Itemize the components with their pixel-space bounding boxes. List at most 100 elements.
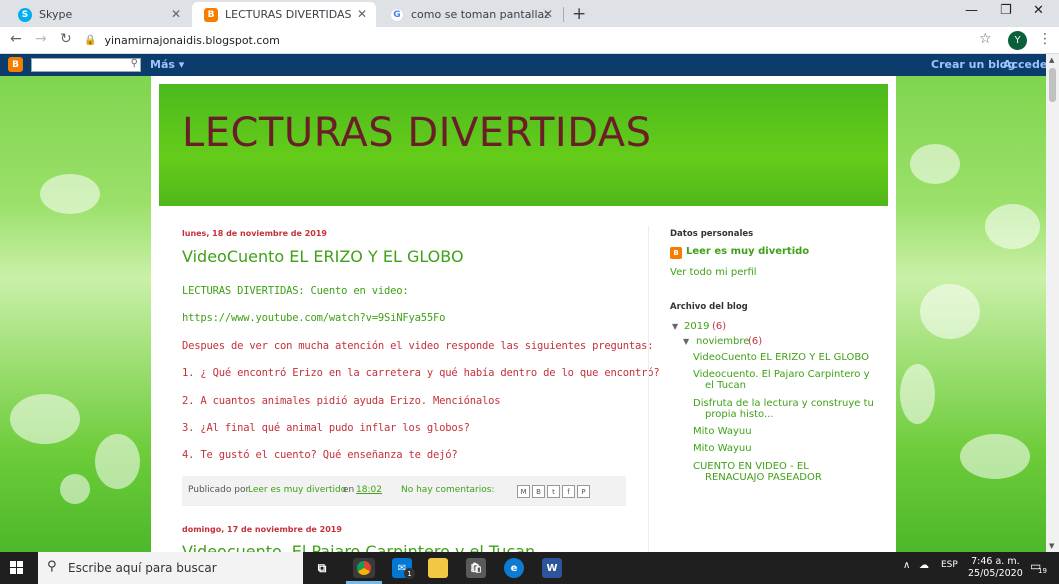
forward-arrow-icon[interactable]: → (35, 31, 47, 47)
background-flower (60, 474, 90, 504)
address-bar[interactable]: 🔒 yinamirnajonaidis.blogspot.com (84, 30, 1004, 51)
background-flower (960, 434, 1030, 479)
tray-chevron-icon[interactable]: ∧ (903, 560, 910, 571)
taskbar-clock[interactable]: 7:46 a. m. 25/05/2020 (968, 556, 1023, 580)
post-title[interactable]: Videocuento. El Pajaro Carpintero y el T… (182, 542, 535, 552)
facebook-share-icon[interactable]: f (562, 485, 575, 498)
post-title[interactable]: VideoCuento EL ERIZO Y EL GLOBO (182, 247, 464, 266)
post-footer: Publicado por Leer es muy divertido en 1… (182, 476, 626, 506)
archive-post-link[interactable]: Videocuento. El Pajaro Carpintero y (693, 369, 870, 380)
close-icon[interactable]: ✕ (171, 7, 181, 21)
clock-time: 7:46 a. m. (971, 556, 1020, 567)
archive-post-link[interactable]: Mito Wayuu (693, 426, 752, 437)
menu-kebab-icon[interactable]: ⋮ (1038, 31, 1052, 47)
background-flower (40, 174, 100, 214)
close-window-icon[interactable]: ✕ (1033, 3, 1044, 18)
blogthis-share-icon[interactable]: B (532, 485, 545, 498)
author-link[interactable]: Leer es muy divertido (248, 485, 346, 495)
expand-triangle-icon[interactable]: ▼ (683, 337, 689, 346)
scrollbar-thumb[interactable] (1049, 68, 1056, 102)
archive-month-link[interactable]: noviembre (696, 336, 749, 347)
file-explorer-icon[interactable] (428, 558, 448, 578)
language-indicator[interactable]: ESP (941, 560, 958, 570)
reload-icon[interactable]: ↻ (60, 31, 72, 47)
archive-post-link[interactable]: Disfruta de la lectura y construye tu (693, 398, 874, 409)
blogger-profile-icon: B (670, 247, 682, 259)
minimize-icon[interactable]: — (965, 3, 978, 18)
lock-icon: 🔒 (84, 35, 97, 46)
close-icon[interactable]: ✕ (357, 7, 367, 21)
store-icon[interactable]: 🛍 (466, 558, 486, 578)
post-line: Despues de ver con mucha atención el vid… (182, 340, 654, 352)
windows-start-icon[interactable] (10, 561, 24, 575)
archive-year-link[interactable]: 2019 (684, 321, 709, 332)
blog-header: LECTURAS DIVERTIDAS (159, 84, 888, 206)
close-icon[interactable]: ✕ (543, 7, 553, 21)
notification-count: 19 (1038, 567, 1047, 575)
email-share-icon[interactable]: M (517, 485, 530, 498)
word-icon[interactable]: W (542, 558, 562, 578)
view-profile-link[interactable]: Ver todo mi perfil (670, 267, 757, 278)
archive-heading: Archivo del blog (670, 302, 748, 312)
blog-title[interactable]: LECTURAS DIVERTIDAS (182, 110, 652, 156)
post-line: 1. ¿ Qué encontró Erizo en la carretera … (182, 367, 660, 379)
archive-month-count: (6) (748, 336, 763, 347)
pinterest-share-icon[interactable]: P (577, 485, 590, 498)
blogger-logo-icon[interactable]: B (8, 57, 23, 72)
profile-name-link[interactable]: Leer es muy divertido (686, 246, 809, 257)
clock-date: 25/05/2020 (968, 568, 1023, 579)
posted-by-label: Publicado por (188, 485, 250, 495)
edge-icon[interactable]: e (504, 558, 524, 578)
tab-lecturas[interactable]: B LECTURAS DIVERTIDAS ✕ (192, 2, 376, 27)
archive-post-link-cont[interactable]: RENACUAJO PASEADOR (705, 472, 822, 483)
post-time-link[interactable]: 18:02 (356, 485, 382, 495)
twitter-share-icon[interactable]: t (547, 485, 560, 498)
chrome-taskbar-icon[interactable] (353, 558, 375, 578)
vertical-scrollbar[interactable]: ▲ ▼ (1046, 54, 1059, 552)
expand-triangle-icon[interactable]: ▼ (672, 322, 678, 331)
mail-badge: 1 (404, 568, 415, 579)
background-flower (985, 204, 1040, 249)
profile-avatar[interactable]: Y (1008, 31, 1027, 50)
taskbar-search-box[interactable]: ⚲ Escribe aquí para buscar (38, 552, 303, 584)
post-line: 2. A cuantos animales pidió ayuda Erizo.… (182, 395, 501, 407)
blog-search-input[interactable]: ⚲ (31, 58, 141, 72)
archive-post-link-cont[interactable]: el Tucan (705, 380, 746, 391)
google-icon: G (390, 7, 404, 22)
page-viewport: B ⚲ Más ▾ Crear un blog Acceder LECTURAS… (0, 54, 1046, 552)
profile-heading: Datos personales (670, 229, 754, 239)
task-view-icon[interactable]: ⧉ (312, 558, 332, 578)
column-divider (648, 226, 649, 552)
comments-link[interactable]: No hay comentarios: (401, 485, 494, 495)
scroll-down-icon[interactable]: ▼ (1049, 542, 1054, 550)
sign-in-link[interactable]: Acceder (1003, 58, 1046, 71)
new-tab-button[interactable]: + (572, 4, 586, 24)
url-text: yinamirnajonaidis.blogspot.com (104, 34, 280, 47)
search-icon: ⚲ (47, 559, 57, 574)
archive-year-count: (6) (712, 321, 727, 332)
tab-google[interactable]: G como se toman pantallazos en un ✕ (378, 2, 562, 27)
video-link[interactable]: https://www.youtube.com/watch?v=9SiNFya5… (182, 312, 445, 324)
browser-toolbar: ← → ↻ 🔒 yinamirnajonaidis.blogspot.com ☆… (0, 27, 1059, 54)
archive-post-link[interactable]: CUENTO EN VIDEO - EL (693, 461, 809, 472)
skype-icon: S (18, 7, 32, 22)
more-menu[interactable]: Más ▾ (150, 58, 184, 71)
bookmark-star-icon[interactable]: ☆ (979, 31, 992, 47)
search-icon[interactable]: ⚲ (131, 58, 138, 69)
tab-separator (563, 7, 564, 22)
post-date: domingo, 17 de noviembre de 2019 (182, 525, 342, 534)
blogger-icon: B (204, 7, 218, 22)
post-line: LECTURAS DIVERTIDAS: Cuento en video: (182, 285, 409, 297)
archive-post-link-cont[interactable]: propia histo... (705, 409, 774, 420)
archive-post-link[interactable]: VideoCuento EL ERIZO Y EL GLOBO (693, 352, 869, 363)
tab-label: LECTURAS DIVERTIDAS (225, 8, 352, 21)
tab-skype[interactable]: S Skype ✕ (6, 2, 190, 27)
scroll-up-icon[interactable]: ▲ (1049, 56, 1054, 64)
back-arrow-icon[interactable]: ← (10, 31, 22, 47)
onedrive-icon[interactable]: ☁ (919, 560, 929, 571)
background-flower (95, 434, 140, 489)
background-flower (920, 284, 980, 339)
restore-icon[interactable]: ❐ (1000, 3, 1012, 18)
post-date: lunes, 18 de noviembre de 2019 (182, 229, 327, 238)
archive-post-link[interactable]: Mito Wayuu (693, 443, 752, 454)
